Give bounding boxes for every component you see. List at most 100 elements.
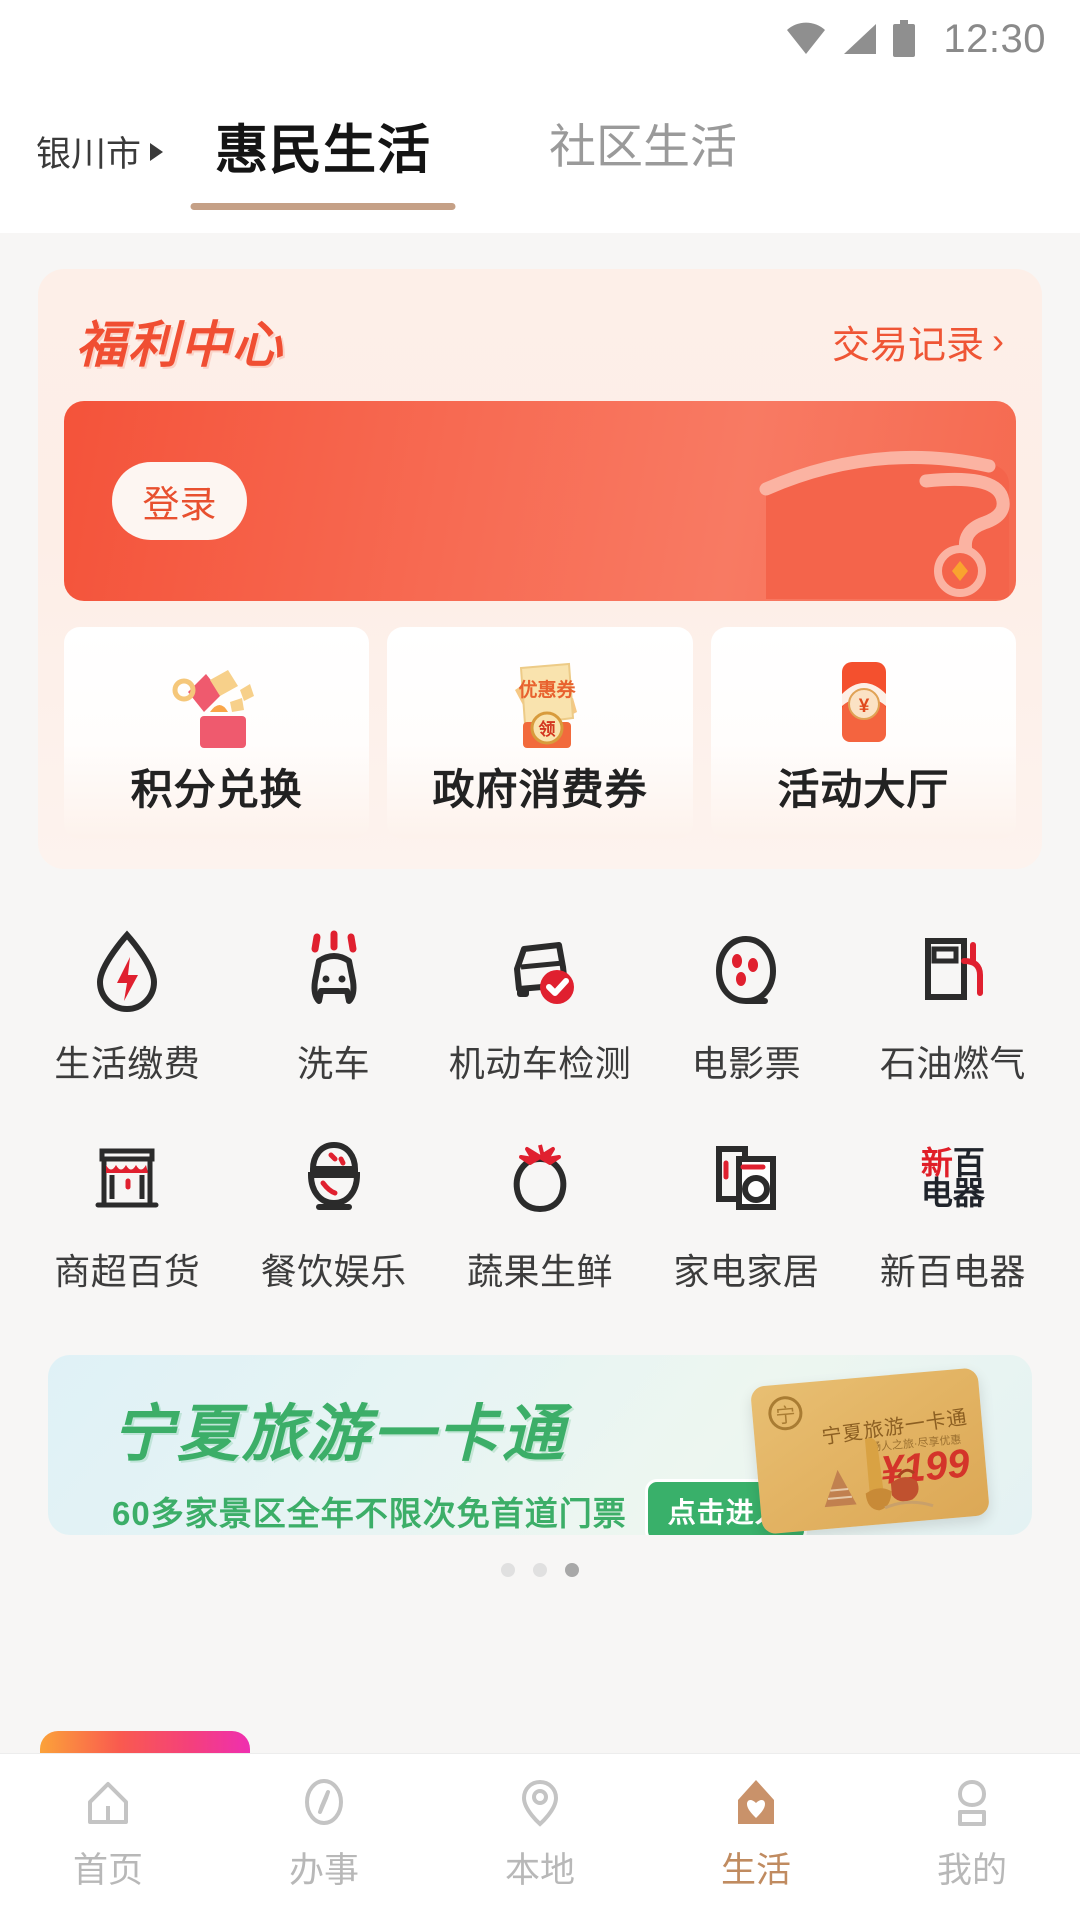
page-dot-active[interactable] bbox=[565, 1563, 579, 1577]
service-item-movie-tickets[interactable]: 电影票 bbox=[643, 905, 849, 1113]
welfare-header: 福利中心 交易记录 › bbox=[64, 295, 1016, 401]
feature-card-row: 积分兑换 优惠券 领 政府消费券 ¥ 活动大厅 bbox=[64, 627, 1016, 839]
promo-subtitle: 60多家景区全年不限次免首道门票 bbox=[112, 1495, 627, 1532]
service-item-vehicle-inspection[interactable]: 机动车检测 bbox=[437, 905, 643, 1113]
tab-label: 惠民生活 bbox=[215, 121, 432, 180]
service-item-xinbai-electronics[interactable]: 新百 电器 新百电器 bbox=[850, 1113, 1056, 1321]
svg-text:优惠券: 优惠券 bbox=[518, 678, 576, 701]
nav-label: 生活 bbox=[720, 1851, 791, 1890]
service-grid: 生活缴费 洗车 机动车检测 电影票 石油燃气 商超百货 餐饮娱乐 蔬果生鲜 家电… bbox=[0, 869, 1080, 1321]
gift-box-icon bbox=[158, 650, 276, 750]
service-grid-row: 生活缴费 洗车 机动车检测 电影票 石油燃气 bbox=[24, 905, 1056, 1113]
service-label: 机动车检测 bbox=[448, 1043, 632, 1084]
fuel-pump-icon bbox=[910, 927, 996, 1013]
tab-label: 社区生活 bbox=[549, 120, 738, 173]
city-label: 银川市 bbox=[36, 135, 142, 174]
service-item-petroleum-gas[interactable]: 石油燃气 bbox=[850, 905, 1056, 1113]
service-grid-row: 商超百货 餐饮娱乐 蔬果生鲜 家电家居 新百 电器 新百电器 bbox=[24, 1113, 1056, 1321]
service-label: 洗车 bbox=[297, 1043, 371, 1084]
status-bar-time: 12:30 bbox=[943, 16, 1046, 61]
tab-community-life[interactable]: 社区生活 bbox=[549, 108, 737, 195]
red-envelope-icon: ¥ bbox=[804, 650, 922, 750]
feature-card-points-exchange[interactable]: 积分兑换 bbox=[64, 627, 370, 839]
wallet-icon bbox=[759, 451, 1010, 599]
promo-title: 宁夏旅游一卡通 bbox=[112, 1400, 568, 1469]
nav-item-home[interactable]: 首页 bbox=[0, 1772, 216, 1893]
appliances-icon bbox=[703, 1135, 789, 1221]
tomato-icon bbox=[497, 1135, 583, 1221]
welfare-title: 福利中心 bbox=[76, 317, 284, 373]
login-button[interactable]: 登录 bbox=[112, 462, 247, 540]
scroll-content: 福利中心 交易记录 › 登录 积分兑换 优惠券 领 政府消费券 ¥ 活动大厅 生… bbox=[0, 269, 1080, 1789]
car-inspection-icon bbox=[497, 927, 583, 1013]
xinbai-logo-icon: 新百 电器 bbox=[910, 1135, 996, 1221]
film-reel-icon bbox=[703, 927, 789, 1013]
battery-icon bbox=[893, 20, 916, 57]
service-label: 餐饮娱乐 bbox=[260, 1251, 407, 1292]
page-dot[interactable] bbox=[501, 1563, 515, 1577]
nav-item-life[interactable]: 生活 bbox=[648, 1772, 864, 1893]
service-label: 家电家居 bbox=[673, 1251, 820, 1292]
feature-label: 活动大厅 bbox=[777, 765, 950, 813]
nav-label: 我的 bbox=[936, 1851, 1007, 1890]
location-pin-icon bbox=[510, 1772, 570, 1832]
promo-banner[interactable]: 宁夏旅游一卡通 60多家景区全年不限次免首道门票 点击进入 宁 宁夏旅游一卡通 … bbox=[48, 1355, 1032, 1535]
compass-icon bbox=[294, 1772, 354, 1832]
transaction-records-link[interactable]: 交易记录 › bbox=[832, 314, 1004, 369]
person-icon bbox=[942, 1772, 1002, 1832]
wifi-icon bbox=[787, 22, 826, 54]
cellular-signal-icon bbox=[844, 24, 877, 54]
feature-label: 积分兑换 bbox=[130, 765, 303, 813]
chevron-right-icon: › bbox=[992, 320, 1004, 361]
service-label: 电影票 bbox=[691, 1043, 802, 1084]
transaction-records-label: 交易记录 bbox=[831, 324, 984, 367]
nav-item-services[interactable]: 办事 bbox=[216, 1772, 432, 1893]
tab-bar: 惠民生活 社区生活 bbox=[190, 108, 737, 210]
tab-active-underline bbox=[190, 203, 456, 210]
service-item-utilities[interactable]: 生活缴费 bbox=[24, 905, 230, 1113]
status-bar-icons bbox=[785, 20, 917, 58]
storefront-icon bbox=[84, 1135, 170, 1221]
status-bar: 12:30 bbox=[0, 0, 1080, 78]
tourism-card-image: 宁 宁夏旅游一卡通 畅人之旅·尽享优惠 ¥199 bbox=[749, 1367, 991, 1535]
app-header: 银川市 惠民生活 社区生活 bbox=[0, 78, 1080, 233]
service-item-fresh-produce[interactable]: 蔬果生鲜 bbox=[437, 1113, 643, 1321]
bottom-navigation-bar: 首页 办事 本地 生活 我的 bbox=[0, 1753, 1080, 1920]
house-heart-icon bbox=[726, 1772, 786, 1832]
page-dot[interactable] bbox=[533, 1563, 547, 1577]
car-wash-icon bbox=[291, 927, 377, 1013]
service-item-supermarket[interactable]: 商超百货 bbox=[24, 1113, 230, 1321]
tab-huimin-life[interactable]: 惠民生活 bbox=[190, 108, 456, 210]
svg-text:¥: ¥ bbox=[859, 696, 870, 717]
water-drop-bolt-icon bbox=[84, 927, 170, 1013]
nav-label: 办事 bbox=[288, 1851, 359, 1890]
service-label: 生活缴费 bbox=[54, 1043, 201, 1084]
feature-card-government-coupon[interactable]: 优惠券 领 政府消费券 bbox=[387, 627, 693, 839]
nav-item-local[interactable]: 本地 bbox=[432, 1772, 648, 1893]
xinbai-logo-line2: 电器 bbox=[920, 1175, 985, 1211]
welfare-center-card: 福利中心 交易记录 › 登录 积分兑换 优惠券 领 政府消费券 ¥ 活动大厅 bbox=[38, 269, 1042, 869]
service-label: 新百电器 bbox=[879, 1251, 1026, 1292]
tourism-card-logo: 宁 bbox=[766, 1394, 804, 1432]
nav-item-mine[interactable]: 我的 bbox=[864, 1772, 1080, 1893]
service-item-dining-entertainment[interactable]: 餐饮娱乐 bbox=[230, 1113, 436, 1321]
service-item-home-appliances[interactable]: 家电家居 bbox=[643, 1113, 849, 1321]
home-icon bbox=[78, 1772, 138, 1832]
coupon-icon: 优惠券 领 bbox=[481, 650, 599, 750]
city-selector[interactable]: 银川市 bbox=[36, 126, 164, 177]
login-banner[interactable]: 登录 bbox=[64, 401, 1016, 601]
promo-text-block: 宁夏旅游一卡通 60多家景区全年不限次免首道门票 点击进入 bbox=[112, 1383, 807, 1535]
rice-bowl-icon bbox=[291, 1135, 377, 1221]
service-label: 商超百货 bbox=[54, 1251, 201, 1292]
feature-card-activity-hall[interactable]: ¥ 活动大厅 bbox=[710, 627, 1016, 839]
nav-label: 首页 bbox=[72, 1851, 143, 1890]
service-label: 石油燃气 bbox=[879, 1043, 1026, 1084]
nav-label: 本地 bbox=[504, 1851, 575, 1890]
feature-label: 政府消费券 bbox=[432, 765, 648, 813]
service-item-car-wash[interactable]: 洗车 bbox=[230, 905, 436, 1113]
tourism-card-artwork bbox=[824, 1438, 934, 1511]
service-label: 蔬果生鲜 bbox=[467, 1251, 614, 1292]
chevron-right-icon bbox=[150, 142, 164, 161]
svg-text:领: 领 bbox=[538, 719, 555, 739]
promo-subtitle-row: 60多家景区全年不限次免首道门票 点击进入 bbox=[112, 1479, 807, 1535]
